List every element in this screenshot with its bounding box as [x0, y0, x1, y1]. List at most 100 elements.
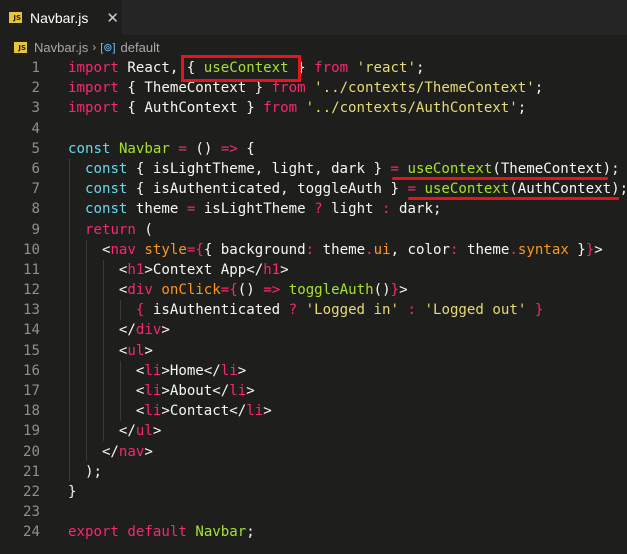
code-token: >	[594, 241, 603, 258]
code-token: (	[135, 221, 153, 238]
code-token: }	[390, 282, 400, 299]
code-text: import { AuthContext } from '../contexts…	[68, 98, 526, 118]
code-token: </	[68, 423, 136, 440]
code-token: >Context App</	[144, 261, 264, 278]
code-token: >	[263, 403, 272, 420]
code-line: 11 <h1>Context App</h1>	[0, 260, 627, 280]
line-number: 8	[31, 201, 41, 218]
code-token: { ThemeContext }	[118, 80, 272, 97]
code-text: <li>Contact</li>	[68, 401, 272, 421]
code-token: </	[68, 322, 136, 339]
code-token: li	[220, 362, 238, 379]
line-number: 6	[31, 160, 41, 177]
code-line: 4	[0, 119, 627, 139]
code-text: <li>Home</li>	[68, 361, 246, 381]
code-token: ;	[415, 60, 425, 76]
code-token: (AuthContext);	[509, 181, 627, 198]
line-number: 14	[23, 322, 40, 339]
line-number: 11	[23, 261, 40, 278]
code-token: (ThemeContext);	[492, 160, 620, 177]
annotation-underline	[408, 197, 619, 200]
code-text: export default Navbar;	[68, 522, 255, 542]
code-line: 8 const theme = isLightTheme ? light : d…	[0, 199, 627, 219]
code-token: { background	[203, 241, 306, 258]
code-token: :	[407, 302, 416, 319]
code-text: );	[68, 462, 102, 482]
line-number: 23	[23, 504, 40, 521]
code-token: >	[152, 423, 162, 440]
code-token: >	[161, 322, 170, 339]
tab-navbar-js[interactable]: JS Navbar.js ✕	[0, 0, 122, 35]
indent-guide	[103, 260, 104, 441]
code-token: =	[390, 160, 399, 177]
line-number: 4	[31, 120, 41, 137]
code-token: ui	[373, 241, 391, 258]
code-line: 19 </ul>	[0, 421, 627, 441]
code-token: ()	[186, 140, 221, 157]
code-editor[interactable]: 1 import React, { useContext } from 'reac…	[0, 58, 627, 543]
code-token: '../contexts/ThemeContext'	[314, 80, 535, 97]
code-line: 18 <li>Contact</li>	[0, 401, 627, 421]
code-token: toggleAuth	[288, 282, 374, 299]
code-token: div	[127, 282, 153, 299]
line-number: 16	[23, 362, 40, 379]
js-file-icon: JS	[9, 12, 22, 23]
line-number: 1	[31, 60, 41, 76]
code-line: 16 <li>Home</li>	[0, 361, 627, 381]
code-token: );	[68, 463, 102, 480]
code-line: 9 return (	[0, 220, 627, 240]
code-token: li	[246, 403, 264, 420]
code-token: 'Logged out'	[424, 302, 527, 319]
code-text: import { ThemeContext } from '../context…	[68, 78, 543, 98]
code-token: ?	[314, 201, 323, 218]
code-token: ={	[186, 241, 204, 258]
indent-guide	[120, 361, 121, 421]
code-line: 17 <li>About</li>	[0, 381, 627, 401]
code-line: 15 <ul>	[0, 341, 627, 361]
close-icon[interactable]: ✕	[106, 9, 119, 27]
code-text: const theme = isLightTheme ? light : dar…	[68, 199, 441, 219]
code-token: >	[399, 282, 408, 299]
code-token: :	[382, 201, 391, 218]
code-token: .	[509, 241, 518, 258]
line-number: 3	[31, 100, 41, 117]
code-token: return	[84, 221, 136, 238]
code-token: Navbar	[195, 524, 247, 541]
code-token: >Home</	[161, 362, 221, 379]
code-token: 'Logged in'	[305, 302, 399, 319]
code-token: import	[68, 60, 119, 76]
code-line: 10 <nav style={{ background: theme.ui, c…	[0, 240, 627, 260]
breadcrumb-symbol[interactable]: default	[121, 40, 160, 55]
code-token: }	[68, 483, 77, 500]
code-text: const Navbar = () => {	[68, 139, 255, 159]
code-token: <	[68, 342, 128, 359]
code-token: >About</	[161, 383, 230, 399]
line-number: 13	[23, 302, 40, 319]
code-line: 3 import { AuthContext } from '../context…	[0, 98, 627, 118]
breadcrumb-file[interactable]: Navbar.js	[34, 40, 88, 55]
code-token: onClick	[161, 282, 221, 299]
code-token: theme	[314, 241, 366, 258]
code-text: </div>	[68, 320, 170, 340]
code-token: default	[127, 524, 187, 541]
line-number: 7	[31, 181, 41, 198]
code-token: const	[84, 201, 128, 218]
code-token: =>	[220, 140, 238, 157]
code-token: 'react'	[356, 60, 416, 76]
code-token: ;	[534, 80, 544, 97]
code-text: <li>About</li>	[68, 381, 255, 401]
code-token: <	[68, 282, 128, 299]
code-line: 22}	[0, 482, 627, 502]
code-text: }	[68, 482, 77, 502]
code-token: { AuthContext }	[118, 100, 264, 117]
code-line: 24 export default Navbar;	[0, 522, 627, 542]
code-token: ;	[517, 100, 527, 117]
code-token: useContext	[407, 160, 493, 177]
code-token: export	[68, 524, 119, 541]
code-token: ?	[288, 302, 298, 319]
